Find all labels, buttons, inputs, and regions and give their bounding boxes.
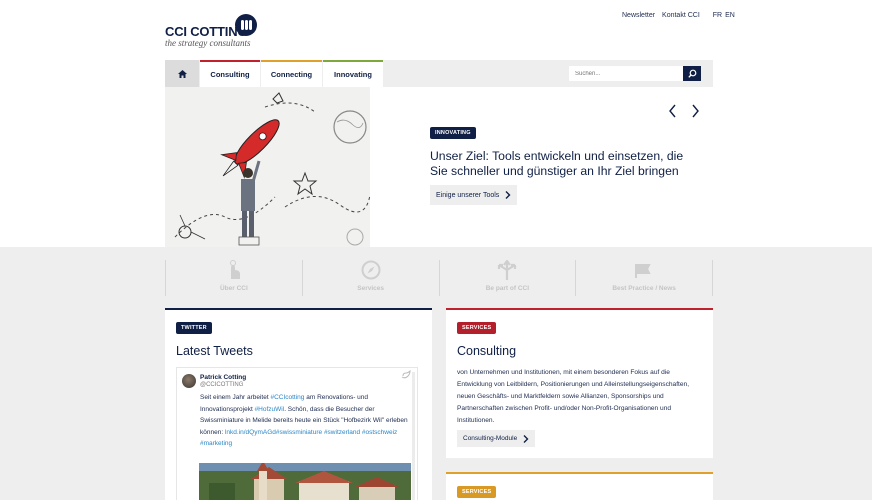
tweet-hashtag-link[interactable]: #ostschweiz bbox=[362, 429, 397, 436]
chevron-right-icon bbox=[523, 434, 529, 443]
avatar[interactable] bbox=[182, 374, 196, 388]
tweet-hashtag-link[interactable]: #HofzuWil bbox=[255, 406, 285, 413]
hero-badge: INNOVATING bbox=[430, 127, 476, 139]
hero-illustration bbox=[165, 87, 370, 247]
hero-button-label: Einige unserer Tools bbox=[436, 191, 500, 199]
consulting-text: von Unternehmen und Institutionen, mit e… bbox=[457, 369, 690, 424]
quicklink-uber-cci[interactable]: Über CCI bbox=[165, 260, 302, 296]
consulting-title: Consulting bbox=[457, 344, 517, 358]
brand-tagline: the strategy consultants bbox=[165, 38, 251, 48]
lang-fr-link[interactable]: FR bbox=[713, 12, 722, 19]
hero-slider: INNOVATING Unser Ziel: Tools entwickeln … bbox=[165, 87, 713, 247]
main-nav: Consulting Connecting Innovating bbox=[165, 60, 713, 87]
tweet-hashtag-link[interactable]: #swissminiature bbox=[276, 429, 322, 436]
quicklink-services[interactable]: Services bbox=[301, 260, 439, 296]
consulting-button-label: Consulting-Module bbox=[463, 435, 518, 442]
top-links: Newsletter Kontakt CCI FR EN bbox=[622, 12, 743, 19]
services-card-2: SERVICES bbox=[446, 472, 713, 500]
quicklink-label: Über CCI bbox=[219, 285, 248, 292]
search-button[interactable] bbox=[683, 66, 701, 81]
twitter-badge: TWITTER bbox=[176, 322, 212, 334]
tweet-hashtag-link[interactable]: #CCIcotting bbox=[270, 394, 304, 401]
language-switch: FR EN bbox=[713, 12, 738, 19]
newsletter-link[interactable]: Newsletter bbox=[622, 12, 655, 19]
tweet-hashtag-link[interactable]: #switzerland bbox=[324, 429, 360, 436]
brand-mark-icon bbox=[235, 14, 257, 36]
tab-innovating[interactable]: Innovating bbox=[323, 60, 383, 87]
tweet-hashtag-link[interactable]: #marketing bbox=[200, 440, 232, 447]
twitter-title: Latest Tweets bbox=[176, 344, 253, 358]
tab-consulting[interactable]: Consulting bbox=[200, 60, 260, 87]
quicklink-be-part[interactable]: Be part of CCI bbox=[438, 260, 576, 296]
quicklink-best-practice[interactable]: Best Practice / News bbox=[575, 260, 713, 296]
tweet-url-link[interactable]: lnkd.in/dQymAGd bbox=[225, 429, 276, 436]
hero-title: Unser Ziel: Tools entwickeln und einsetz… bbox=[430, 149, 684, 178]
pointer-hand-icon bbox=[229, 260, 240, 279]
search-input[interactable] bbox=[569, 66, 683, 81]
quicklink-label: Best Practice / News bbox=[612, 285, 676, 292]
tweet-author-name[interactable]: Patrick Cotting bbox=[200, 374, 246, 381]
slider-arrows bbox=[668, 104, 700, 123]
search-icon bbox=[687, 69, 696, 78]
tweet-scrollbar[interactable] bbox=[412, 372, 415, 500]
arrows-split-icon bbox=[498, 260, 517, 280]
lang-en-link[interactable]: EN bbox=[725, 12, 735, 19]
hero-tools-button[interactable]: Einige unserer Tools bbox=[430, 185, 518, 205]
consulting-modules-button[interactable]: Consulting-Module bbox=[457, 430, 536, 447]
tweet-text-part: Seit einem Jahr arbeitet bbox=[200, 394, 271, 401]
home-icon bbox=[177, 69, 187, 78]
tab-connecting[interactable]: Connecting bbox=[261, 60, 322, 87]
services-badge: SERVICES bbox=[457, 486, 497, 498]
contact-link[interactable]: Kontakt CCI bbox=[662, 12, 700, 19]
chevron-left-icon[interactable] bbox=[668, 104, 678, 118]
quicklinks-row: Über CCI Services Be part of CCI Best Pr… bbox=[165, 260, 713, 296]
tweet-photo[interactable] bbox=[199, 463, 411, 500]
home-button[interactable] bbox=[165, 60, 199, 87]
services-badge: SERVICES bbox=[457, 322, 497, 334]
chevron-right-icon[interactable] bbox=[690, 104, 700, 118]
megaphone-icon bbox=[635, 264, 651, 278]
quicklink-label: Be part of CCI bbox=[485, 285, 530, 292]
quicklink-label: Services bbox=[357, 285, 384, 292]
tweet: Patrick Cotting @CCICOTTING Seit einem J… bbox=[176, 367, 418, 500]
chevron-right-icon bbox=[505, 191, 511, 199]
tweet-author-handle[interactable]: @CCICOTTING bbox=[200, 382, 243, 388]
twitter-card: TWITTER Latest Tweets Patrick Cotting @C… bbox=[165, 308, 432, 500]
tweet-bird-icon bbox=[401, 370, 411, 379]
compass-icon bbox=[361, 260, 381, 280]
tweet-text: Seit einem Jahr arbeitet #CCIcotting am … bbox=[200, 392, 410, 450]
consulting-card: SERVICES Consulting von Unternehmen und … bbox=[446, 308, 713, 458]
